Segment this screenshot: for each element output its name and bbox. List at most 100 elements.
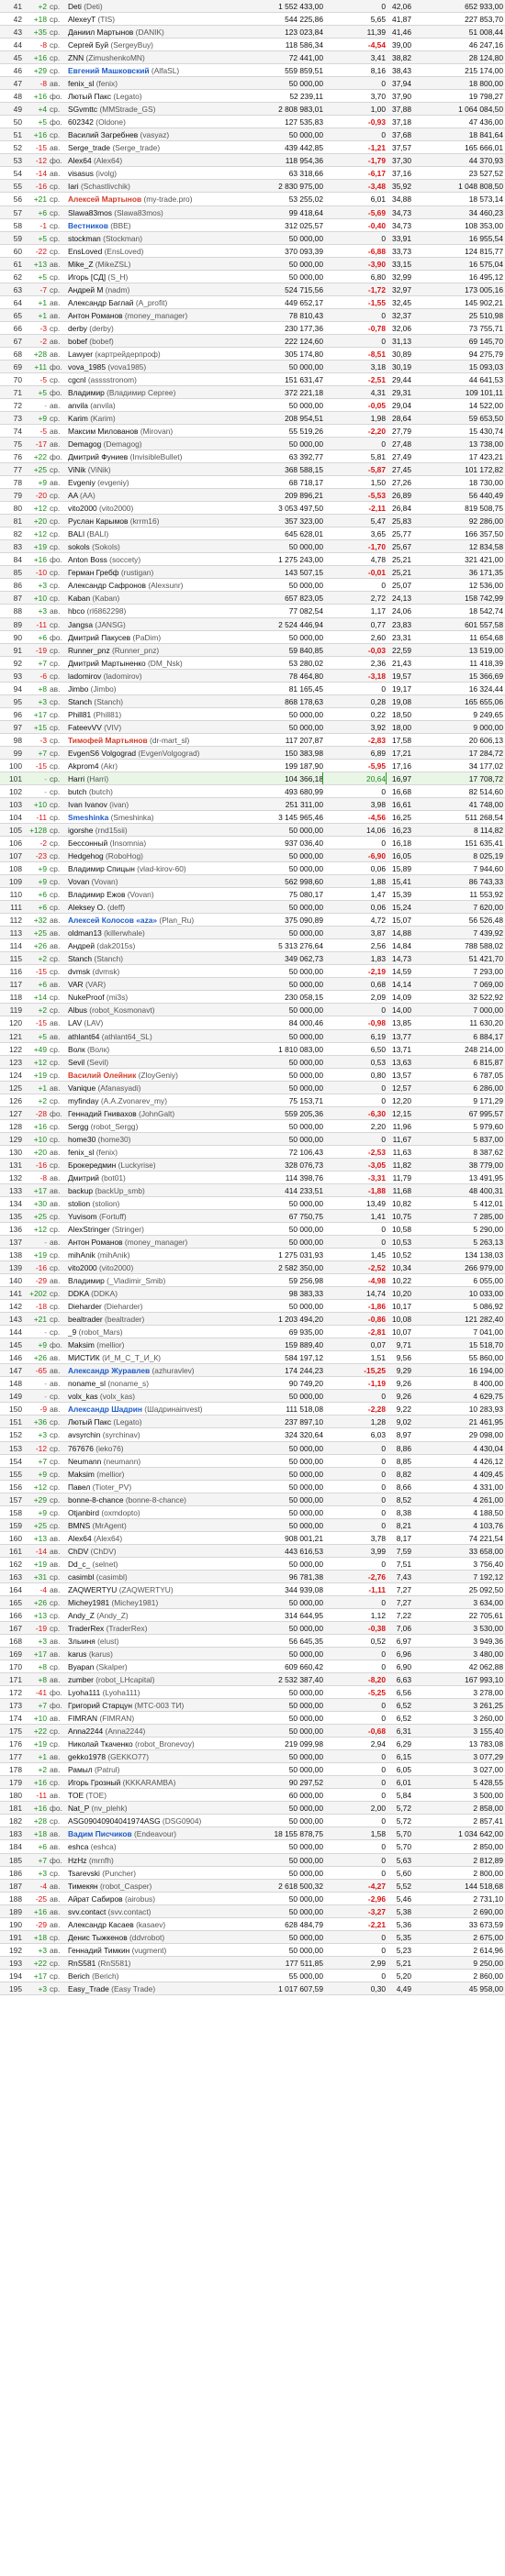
table-row[interactable]: 61 +13 ав. Mike_Z (MikeZSL) 50 000,00 -3,90 33… — [0, 257, 505, 271]
participant-name[interactable]: FIMRAN (FIMRAN) — [68, 1712, 252, 1724]
table-row[interactable]: 85 -10 ср. Герман Гребф (rustigan) 143 507,1… — [0, 566, 505, 580]
participant-name[interactable]: backup (backUp_smb) — [68, 1184, 252, 1196]
participant-nick-link[interactable]: ASG09040904041974ASG — [68, 1816, 161, 1826]
participant-name[interactable]: Jimbo (Jimbo) — [68, 683, 252, 694]
participant-nick-link[interactable]: Александр Касаев — [68, 1920, 134, 1929]
table-row[interactable]: 148- ав. noname_sl (noname_s) 90 749,20 -1,1… — [0, 1377, 505, 1391]
participant-name[interactable]: Maksim (mellior) — [68, 1468, 252, 1480]
participant-name[interactable]: Runner_pnz (Runner_pnz) — [68, 644, 252, 656]
table-row[interactable]: 185 +7 фо. HzHz (mrnfh) 50 000,00 0 5,63 2 812,… — [0, 1853, 505, 1867]
table-row[interactable]: 107 -23 ср. Hedgehog (RoboHog) 50 000,00 -6,9… — [0, 849, 505, 863]
participant-name[interactable]: home30 (home30) — [68, 1133, 252, 1145]
participant-nick-link[interactable]: 602342 — [68, 117, 94, 127]
participant-name[interactable]: Anna2244 (Anna2244) — [68, 1725, 252, 1737]
participant-name[interactable]: AlexeyT (TIS) — [68, 13, 252, 25]
participant-name[interactable]: stolion (stolion) — [68, 1197, 252, 1209]
participant-nick-link[interactable]: Вестников — [68, 221, 108, 230]
participant-nick-link[interactable]: Андрей М — [68, 285, 103, 294]
participant-name[interactable]: Айрат Сабиров (airobus) — [68, 1893, 252, 1904]
table-row[interactable]: 131 -16 ср. Брокередмин (Luckyrise) 328 076,… — [0, 1158, 505, 1171]
participant-nick-link[interactable]: Berich — [68, 1971, 90, 1981]
participant-name[interactable]: TOE (TOE) — [68, 1789, 252, 1801]
participant-name[interactable]: RnS581 (RnS581) — [68, 1957, 252, 1969]
participant-nick-link[interactable]: Александр Журавлев — [68, 1366, 150, 1375]
participant-name[interactable]: Akprom4 (Akr) — [68, 760, 252, 772]
participant-nick-link[interactable]: Alex64 — [68, 156, 92, 165]
table-row[interactable]: 93 -6 ср. ladomirov (ladomirov) 78 464,80 -3,… — [0, 669, 505, 683]
participant-nick-link[interactable]: Дмитрий — [68, 1173, 99, 1183]
table-row[interactable]: 90 +6 фо. Дмитрий Пакусев (PaDim) 50 000,00 2… — [0, 631, 505, 644]
participant-nick-link[interactable]: Тимофей Мартьянов — [68, 736, 148, 745]
participant-nick-link[interactable]: Лютый Пакс — [68, 1417, 111, 1427]
participant-nick-link[interactable]: Smeshinka — [68, 813, 108, 822]
participant-nick-link[interactable]: gekko1978 — [68, 1752, 106, 1761]
table-row[interactable]: 78 +9 ав. Evgeniy (evgeniy) 68 718,17 1,50 27,… — [0, 476, 505, 490]
participant-nick-link[interactable]: Evgeniy — [68, 478, 95, 487]
participant-name[interactable]: Геннадий Тимкин (vugment) — [68, 1944, 252, 1956]
participant-name[interactable]: AA (AA) — [68, 489, 252, 501]
participant-name[interactable]: Alex64 (Alex64) — [68, 1532, 252, 1544]
participant-nick-link[interactable]: svv.contact — [68, 1907, 106, 1916]
table-row[interactable]: 139 -16 ср. vito2000 (vito2000) 2 582 350,00… — [0, 1261, 505, 1275]
table-row[interactable]: 182 +28 ср. ASG09040904041974ASG (DSG0904) 5… — [0, 1815, 505, 1828]
participant-name[interactable]: Лютый Пакс (Legato) — [68, 1416, 252, 1427]
participant-nick-link[interactable]: butch — [68, 787, 87, 796]
participant-name[interactable]: Герман Гребф (rustigan) — [68, 566, 252, 578]
participant-nick-link[interactable]: Денис Тыжкенов — [68, 1933, 128, 1942]
table-row[interactable]: 147 -65 ав. Александр Журавлев (azhuravlev)… — [0, 1364, 505, 1378]
participant-nick-link[interactable]: Deti — [68, 2, 82, 11]
participant-nick-link[interactable]: Вадим Писчиков — [68, 1829, 132, 1838]
table-row[interactable]: 161 -14 ав. ChDV (ChDV) 443 616,53 3,99 7,59 33… — [0, 1544, 505, 1558]
participant-name[interactable]: Dd_c_ (selnet) — [68, 1558, 252, 1570]
participant-nick-link[interactable]: myfinday — [68, 1096, 99, 1105]
participant-name[interactable]: mihAnik (mihAnik) — [68, 1249, 252, 1260]
participant-nick-link[interactable]: DDKA — [68, 1289, 89, 1298]
table-row[interactable]: 72- ав. anvila (anvila) 50 000,00 -0,05 29,04… — [0, 399, 505, 412]
table-row[interactable]: 129 +10 ср. home30 (home30) 50 000,00 0 11,67 5… — [0, 1132, 505, 1146]
participant-nick-link[interactable]: Lawyer — [68, 350, 93, 359]
table-row[interactable]: 193 +22 ср. RnS581 (RnS581) 177 511,85 2,99 5,… — [0, 1956, 505, 1970]
participant-nick-link[interactable]: Stanch — [68, 697, 92, 706]
participant-nick-link[interactable]: AlexeyT — [68, 15, 95, 24]
participant-name[interactable]: HzHz (mrnfh) — [68, 1854, 252, 1866]
participant-name[interactable]: Евгений Машковский (AlfaSL) — [68, 64, 252, 76]
table-row[interactable]: 57 +6 ср. Slawa83mos (Slawa83mos) 99 418,64-… — [0, 205, 505, 219]
participant-name[interactable]: Владимир (_Vladimir_Smib) — [68, 1274, 252, 1286]
participant-nick-link[interactable]: stockman — [68, 234, 101, 243]
participant-name[interactable]: Karim (Karim) — [68, 412, 252, 424]
participant-name[interactable]: Александр Сафронов (Alexsunr) — [68, 579, 252, 591]
participant-nick-link[interactable]: TOE — [68, 1791, 84, 1800]
table-row[interactable]: 54 -14 ав. visasus (ivolg) 63 318,66 -6,17 37,… — [0, 167, 505, 181]
participant-name[interactable]: Тимофей Мартьянов (dr-mart_sl) — [68, 734, 252, 746]
participant-nick-link[interactable]: TraderRex — [68, 1624, 104, 1633]
participant-nick-link[interactable]: Jimbo — [68, 684, 88, 694]
table-row[interactable]: 59 +5 ср. stockman (Stockman) 50 000,00 0 33,9… — [0, 231, 505, 245]
participant-nick-link[interactable]: FIMRAN — [68, 1714, 97, 1723]
participant-name[interactable]: bobef (bobef) — [68, 335, 252, 347]
participant-nick-link[interactable]: dvmsk — [68, 967, 90, 976]
participant-nick-link[interactable]: Vovan — [68, 877, 89, 886]
participant-nick-link[interactable]: derby — [68, 324, 87, 333]
participant-nick-link[interactable]: vito2000 — [68, 504, 97, 513]
table-row[interactable]: 110 +6 ср. Владимир Ежов (Vovan) 75 080,17 1,… — [0, 888, 505, 902]
participant-name[interactable]: Владимир (Владимир Сергее) — [68, 386, 252, 398]
table-row[interactable]: 58 -1 ср. Вестников (BBE) 312 025,57 -0,40 34,… — [0, 219, 505, 232]
table-row[interactable]: 92 +7 ср. Дмитрий Мартыненко (DM_Nsk) 53 280… — [0, 657, 505, 670]
participant-nick-link[interactable]: Aleksey O. — [68, 903, 106, 912]
participant-name[interactable]: Slawa83mos (Slawa83mos) — [68, 206, 252, 218]
table-row[interactable]: 101- ср. Harri (Harri) 104 366,18 20,64 16,97… — [0, 772, 505, 785]
table-row[interactable]: 188 -25 ав. Айрат Сабиров (airobus) 50 000,0… — [0, 1893, 505, 1905]
table-row[interactable]: 151 +36 ср. Лютый Пакс (Legato) 237 897,10 1,… — [0, 1416, 505, 1429]
table-row[interactable]: 156 +12 ср. Павел (Tioter_PV) 50 000,00 0 8,66… — [0, 1481, 505, 1493]
participant-nick-link[interactable]: VAR — [68, 980, 84, 989]
participant-nick-link[interactable]: eshca — [68, 1842, 88, 1851]
table-row[interactable]: 124 +19 ср. Василий Олейник (ZloyGeniy) 50 0… — [0, 1069, 505, 1082]
participant-nick-link[interactable]: Геннадий Тимкин — [68, 1946, 129, 1955]
participant-name[interactable]: vito2000 (vito2000) — [68, 502, 252, 514]
table-row[interactable]: 60 -22 ср. EnsLoved (EnsLoved) 370 093,39 -6,… — [0, 245, 505, 258]
participant-name[interactable]: Alex64 (Alex64) — [68, 154, 252, 166]
participant-nick-link[interactable]: Максим Милованов — [68, 427, 138, 436]
table-row[interactable]: 113 +25 ав. oldman13 (killerwhale) 50 000,00… — [0, 927, 505, 940]
participant-nick-link[interactable]: Николай Ткаченко — [68, 1739, 133, 1749]
participant-name[interactable]: fenix_sl (fenix) — [68, 77, 252, 89]
